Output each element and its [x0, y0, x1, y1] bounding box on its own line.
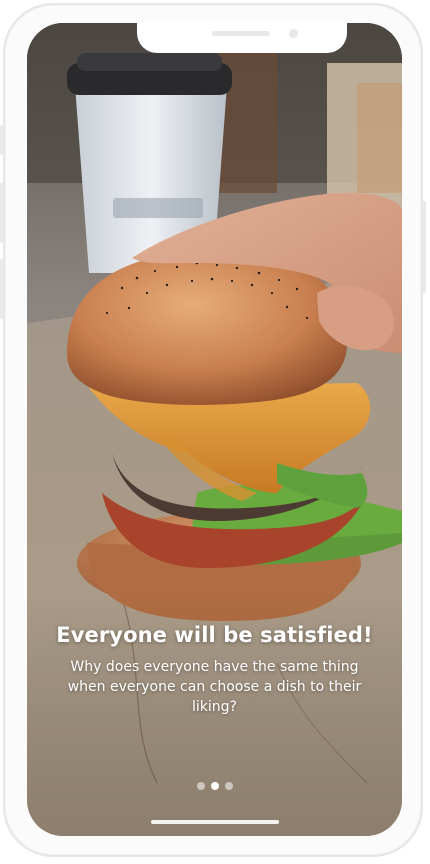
- onboarding-title: Everyone will be satisfied!: [56, 623, 373, 647]
- page-indicator: [27, 782, 402, 790]
- front-camera: [289, 29, 298, 38]
- volume-down-button: [0, 259, 4, 319]
- power-button: [422, 201, 426, 293]
- speaker-grille: [212, 31, 270, 36]
- page-dot-2-active[interactable]: [210, 782, 219, 790]
- home-indicator[interactable]: [151, 820, 279, 824]
- onboarding-caption: Everyone will be satisfied! Why does eve…: [27, 623, 402, 717]
- page-dot-1[interactable]: [196, 782, 205, 790]
- device-notch: [137, 23, 347, 53]
- mute-switch: [0, 125, 4, 155]
- onboarding-description: Why does everyone have the same thing wh…: [67, 659, 362, 715]
- page-dot-3[interactable]: [224, 782, 233, 790]
- phone-screen[interactable]: Everyone will be satisfied! Why does eve…: [27, 23, 402, 836]
- volume-up-button: [0, 183, 4, 243]
